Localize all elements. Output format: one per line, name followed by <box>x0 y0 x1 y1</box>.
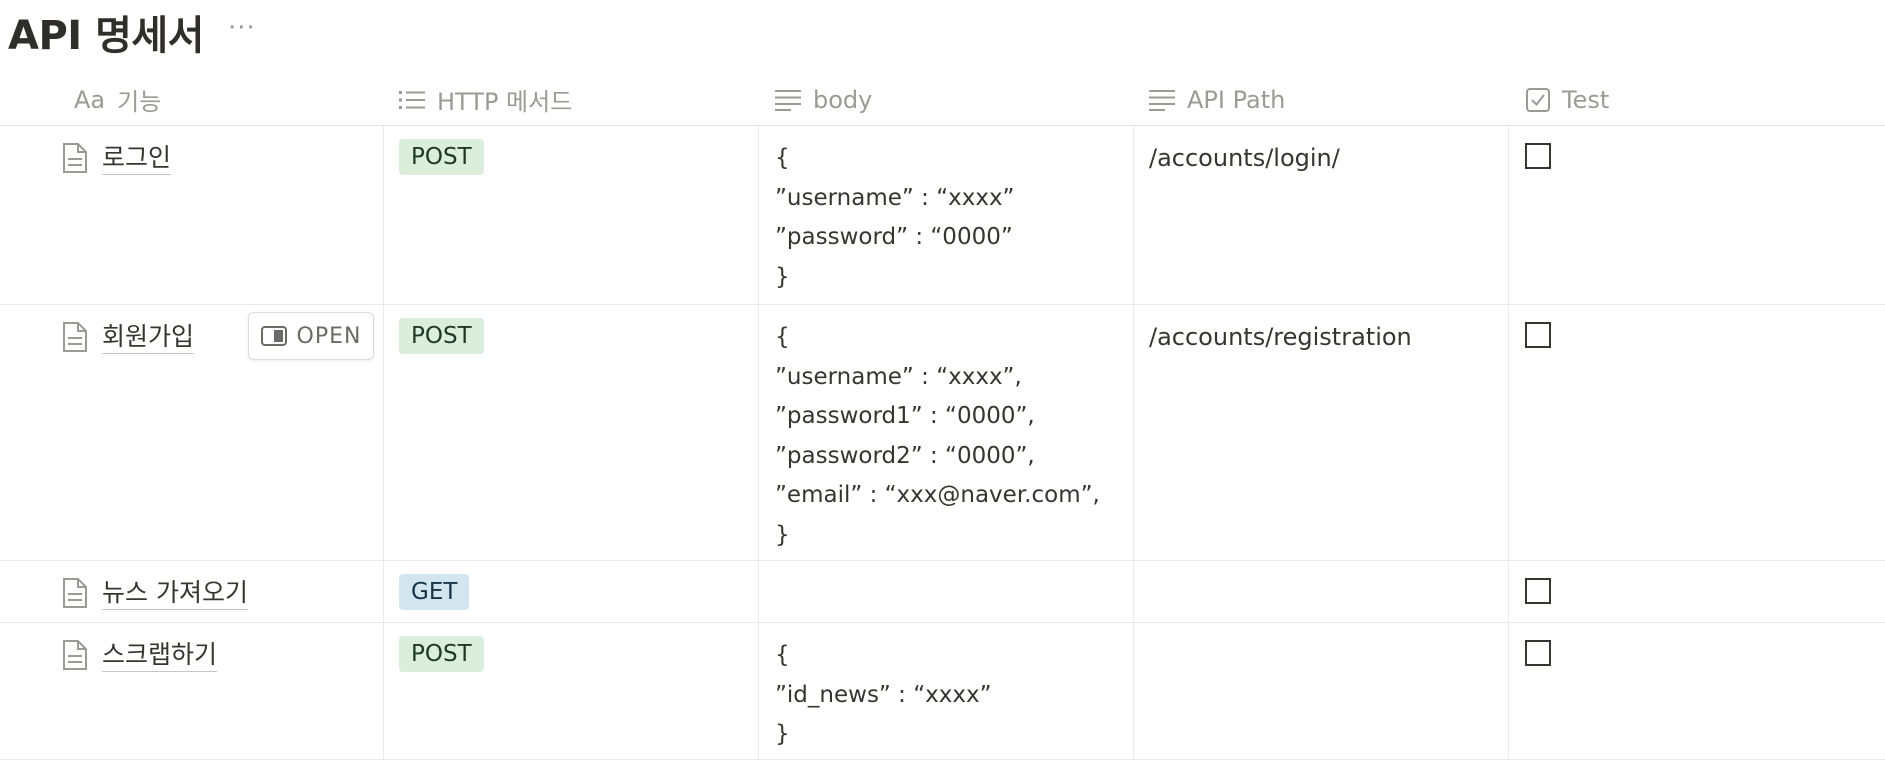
title-aa-icon: Aa <box>74 85 106 114</box>
method-tag: POST <box>399 139 484 175</box>
column-header-feature[interactable]: Aa 기능 <box>74 74 161 125</box>
page-icon <box>62 639 88 671</box>
api-path-cell[interactable]: /accounts/registration <box>1149 318 1412 560</box>
test-checkbox[interactable] <box>1525 143 1551 169</box>
column-header-body[interactable]: body <box>775 74 872 125</box>
method-tag: GET <box>399 574 470 610</box>
feature-name-link[interactable]: 뉴스 가져오기 <box>102 577 248 610</box>
side-peek-icon <box>260 326 287 346</box>
page-icon <box>62 142 88 174</box>
column-header-api-path[interactable]: API Path <box>1149 74 1285 125</box>
test-checkbox[interactable] <box>1525 322 1551 348</box>
feature-name-link[interactable]: 로그인 <box>102 142 172 175</box>
column-label: Test <box>1562 85 1610 114</box>
body-cell[interactable]: { ”id_news” : “xxxx” } <box>775 636 992 759</box>
table-row[interactable]: 로그인 POST { ”username” : “xxxx” ”password… <box>0 125 1885 305</box>
page-title: API 명세서 <box>8 13 204 59</box>
checkbox-icon <box>1526 87 1550 112</box>
feature-name-link[interactable]: 스크랩하기 <box>102 639 218 672</box>
page-icon <box>62 577 88 609</box>
more-options-icon[interactable]: ··· <box>228 13 256 43</box>
method-tag: POST <box>399 318 484 354</box>
table-header: Aa 기능 HTTP 메서드 body API Path Test <box>0 74 1885 126</box>
table-row[interactable]: 스크랩하기 POST { ”id_news” : “xxxx” } <box>0 622 1885 760</box>
column-header-method[interactable]: HTTP 메서드 <box>399 74 572 125</box>
feature-cell: 뉴스 가져오기 <box>62 560 248 622</box>
method-tag: POST <box>399 636 484 672</box>
column-label: HTTP 메서드 <box>437 88 573 116</box>
column-header-test[interactable]: Test <box>1526 74 1609 125</box>
feature-name-link[interactable]: 회원가입 <box>102 321 195 354</box>
api-path-cell[interactable]: /accounts/login/ <box>1149 139 1340 304</box>
test-checkbox[interactable] <box>1525 640 1551 666</box>
list-icon <box>399 89 425 111</box>
feature-cell: 스크랩하기 <box>62 622 218 759</box>
page-header: API 명세서 ··· <box>8 4 256 60</box>
feature-cell: 로그인 <box>62 125 172 304</box>
page-icon <box>62 321 88 353</box>
column-label: API Path <box>1187 85 1286 114</box>
table-row[interactable]: 뉴스 가져오기 GET <box>0 560 1885 623</box>
table-row[interactable]: 회원가입 OPEN POST { ”username” : “xxxx”, ”p… <box>0 304 1885 561</box>
feature-cell: 회원가입 <box>62 304 195 560</box>
text-lines-icon <box>1149 89 1175 111</box>
open-page-button[interactable]: OPEN <box>248 312 374 360</box>
column-label: body <box>813 85 873 114</box>
open-label: OPEN <box>296 323 362 349</box>
test-checkbox[interactable] <box>1525 578 1551 604</box>
text-lines-icon <box>775 89 801 111</box>
body-cell[interactable]: { ”username” : “xxxx” ”password” : “0000… <box>775 139 1014 304</box>
body-cell[interactable]: { ”username” : “xxxx”, ”password1” : “00… <box>775 318 1100 560</box>
column-label: 기능 <box>117 88 162 116</box>
